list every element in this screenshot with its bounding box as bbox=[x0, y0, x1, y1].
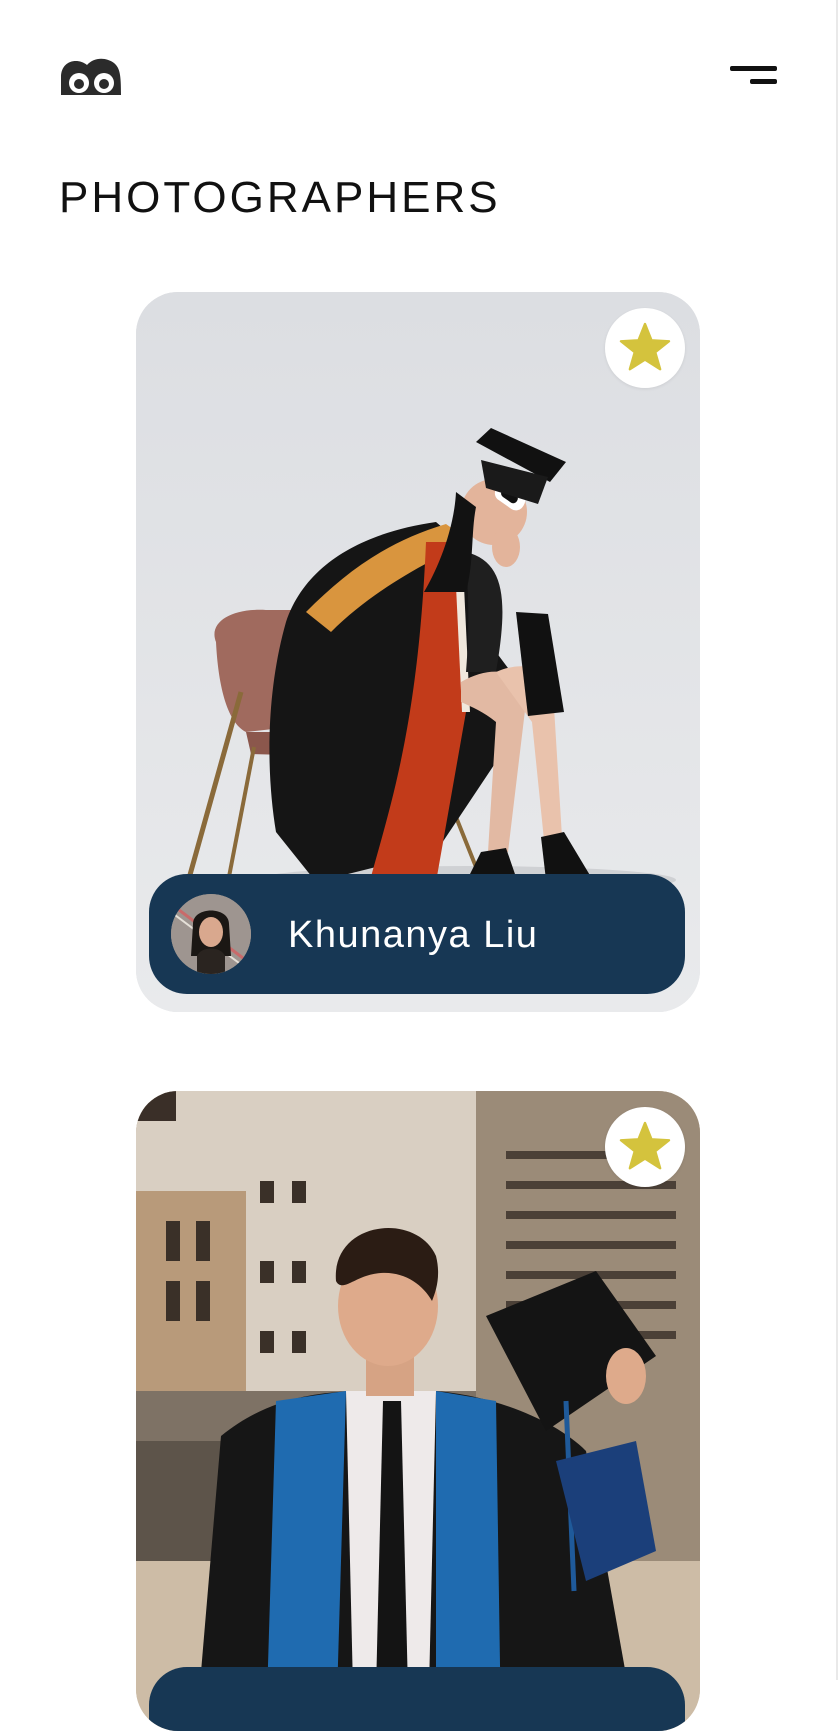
photographer-card[interactable]: Khunanya Liu bbox=[136, 292, 700, 1012]
star-icon bbox=[619, 1121, 671, 1170]
avatar bbox=[171, 894, 251, 974]
photographer-name: Khunanya Liu bbox=[288, 914, 539, 956]
photographer-name-bar[interactable]: Khunanya Liu bbox=[149, 874, 685, 994]
photographer-card[interactable] bbox=[136, 1091, 700, 1731]
favorite-star-button[interactable] bbox=[605, 1107, 685, 1187]
owl-eyes-logo-icon[interactable] bbox=[58, 55, 124, 97]
star-icon bbox=[619, 322, 671, 371]
page-title: PHOTOGRAPHERS bbox=[59, 173, 501, 222]
favorite-star-button[interactable] bbox=[605, 308, 685, 388]
hamburger-menu-icon[interactable] bbox=[726, 62, 778, 90]
photographer-name-bar[interactable] bbox=[149, 1667, 685, 1731]
photographer-photo bbox=[136, 1091, 700, 1731]
app-header bbox=[0, 0, 838, 160]
